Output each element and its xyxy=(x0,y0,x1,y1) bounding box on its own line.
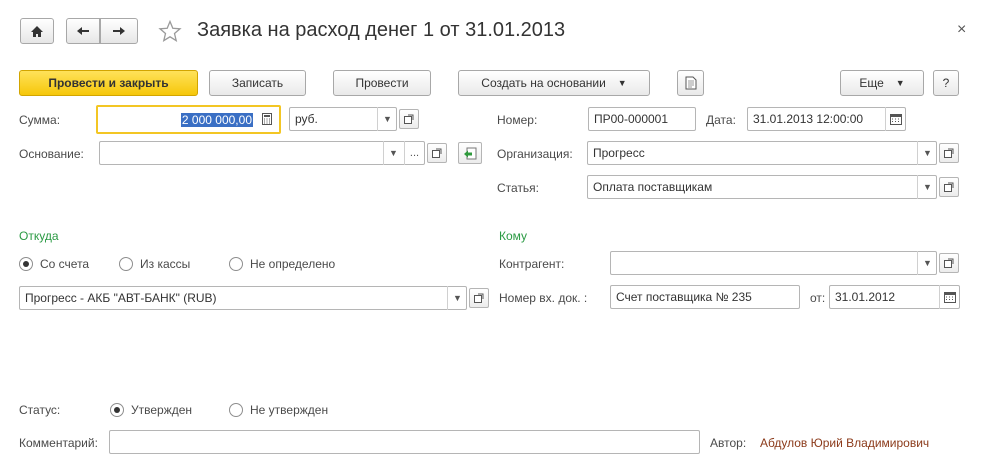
arrow-left-icon xyxy=(77,27,89,35)
close-icon[interactable]: × xyxy=(957,21,966,39)
bank-account-value: Прогресс - АКБ "АВТ-БАНК" (RUB) xyxy=(25,291,217,305)
incoming-doc-value: Счет поставщика № 235 xyxy=(616,290,752,304)
author-label: Автор: xyxy=(710,436,747,450)
dropdown-arrow-icon: ▼ xyxy=(895,78,905,88)
radio-label: Со счета xyxy=(40,257,90,271)
radio-from-account[interactable]: Со счета xyxy=(19,257,89,271)
incoming-date-label: от: xyxy=(810,291,826,305)
author-link[interactable]: Абдулов Юрий Владимирович xyxy=(760,436,929,450)
radio-label: Не определено xyxy=(250,257,336,271)
radio-undefined[interactable]: Не определено xyxy=(229,257,335,271)
bank-account-field[interactable]: Прогресс - АКБ "АВТ-БАНК" (RUB) xyxy=(19,286,467,310)
date-value: 31.01.2013 12:00:00 xyxy=(753,112,864,126)
number-value: ПР00-000001 xyxy=(594,112,669,126)
calendar-icon[interactable] xyxy=(939,285,959,309)
print-report-button[interactable] xyxy=(677,70,704,96)
bank-account-open-icon[interactable] xyxy=(469,288,489,308)
radio-button-selected xyxy=(110,403,124,417)
article-value: Оплата поставщикам xyxy=(593,180,713,194)
date-label: Дата: xyxy=(706,113,736,127)
article-field[interactable]: Оплата поставщикам xyxy=(587,175,937,199)
post-and-close-button[interactable]: Провести и закрыть xyxy=(19,70,198,96)
help-label: ? xyxy=(942,76,950,90)
favorite-star-icon[interactable] xyxy=(158,19,182,46)
save-label: Записать xyxy=(231,76,284,90)
organization-dropdown-icon[interactable]: ▼ xyxy=(917,141,937,165)
fill-green-arrow-icon xyxy=(464,147,477,159)
radio-approved[interactable]: Утвержден xyxy=(110,403,192,417)
post-button[interactable]: Провести xyxy=(333,70,431,96)
amount-field[interactable]: 2 000 000,00 xyxy=(96,105,281,134)
basis-dropdown-icon[interactable]: ▼ xyxy=(383,141,403,165)
fill-from-basis-button[interactable] xyxy=(458,142,482,164)
comment-field[interactable] xyxy=(109,430,700,454)
amount-label: Сумма: xyxy=(19,113,61,127)
currency-open-icon[interactable] xyxy=(399,109,419,129)
basis-label: Основание: xyxy=(19,147,84,161)
radio-label: Из кассы xyxy=(140,257,191,271)
calculator-icon[interactable] xyxy=(257,107,277,131)
incoming-doc-field[interactable]: Счет поставщика № 235 xyxy=(610,285,800,309)
radio-button xyxy=(119,257,133,271)
more-label: Еще xyxy=(859,76,884,90)
dropdown-arrow-icon: ▼ xyxy=(617,78,627,88)
arrow-right-icon xyxy=(113,27,125,35)
basis-open-icon[interactable] xyxy=(427,143,447,163)
forward-button[interactable] xyxy=(100,18,138,44)
home-icon xyxy=(31,25,43,37)
post-and-close-label: Провести и закрыть xyxy=(48,76,169,90)
counterparty-field[interactable] xyxy=(610,251,937,275)
incoming-doc-label: Номер вх. док. : xyxy=(499,291,588,305)
currency-value: руб. xyxy=(295,112,318,126)
create-based-on-button[interactable]: Создать на основании ▼ xyxy=(458,70,650,96)
radio-from-cash[interactable]: Из кассы xyxy=(119,257,190,271)
organization-open-icon[interactable] xyxy=(939,143,959,163)
create-based-on-label: Создать на основании xyxy=(481,76,606,90)
number-label: Номер: xyxy=(497,113,538,127)
number-field[interactable]: ПР00-000001 xyxy=(588,107,696,131)
incoming-date-value: 31.01.2012 xyxy=(835,290,896,304)
article-label: Статья: xyxy=(497,181,540,195)
radio-not-approved[interactable]: Не утвержден xyxy=(229,403,328,417)
organization-value: Прогресс xyxy=(593,146,645,160)
from-section-title: Откуда xyxy=(19,229,59,243)
radio-button-selected xyxy=(19,257,33,271)
calendar-icon[interactable] xyxy=(885,107,905,131)
more-button[interactable]: Еще ▼ xyxy=(840,70,924,96)
article-dropdown-icon[interactable]: ▼ xyxy=(917,175,937,199)
help-button[interactable]: ? xyxy=(933,70,959,96)
article-open-icon[interactable] xyxy=(939,177,959,197)
counterparty-dropdown-icon[interactable]: ▼ xyxy=(917,251,937,275)
status-label: Статус: xyxy=(19,403,61,417)
post-label: Провести xyxy=(355,76,409,90)
amount-value: 2 000 000,00 xyxy=(180,112,253,127)
organization-label: Организация: xyxy=(497,147,573,161)
home-button[interactable] xyxy=(20,18,54,44)
basis-select-button[interactable]: ... xyxy=(404,141,424,165)
counterparty-open-icon[interactable] xyxy=(939,253,959,273)
bank-account-dropdown-icon[interactable]: ▼ xyxy=(447,286,467,310)
radio-button xyxy=(229,257,243,271)
page-title: Заявка на расход денег 1 от 31.01.2013 xyxy=(197,19,566,41)
to-section-title: Кому xyxy=(499,229,528,243)
radio-label: Утвержден xyxy=(131,403,193,417)
radio-label: Не утвержден xyxy=(250,403,329,417)
basis-field[interactable] xyxy=(99,141,425,165)
document-icon xyxy=(685,76,696,90)
currency-dropdown-icon[interactable]: ▼ xyxy=(377,107,397,131)
organization-field[interactable]: Прогресс xyxy=(587,141,937,165)
counterparty-label: Контрагент: xyxy=(499,257,565,271)
save-button[interactable]: Записать xyxy=(209,70,306,96)
date-field[interactable]: 31.01.2013 12:00:00 xyxy=(747,107,906,131)
back-button[interactable] xyxy=(66,18,100,44)
radio-button xyxy=(229,403,243,417)
comment-label: Комментарий: xyxy=(19,436,98,450)
